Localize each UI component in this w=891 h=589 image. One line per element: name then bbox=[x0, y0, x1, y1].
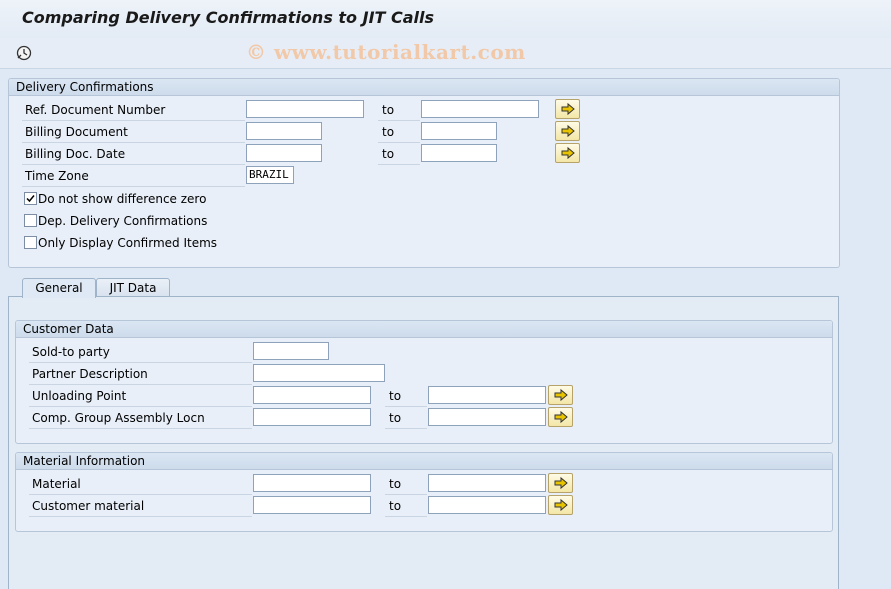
tab-general[interactable]: General bbox=[22, 278, 96, 298]
arrow-right-icon bbox=[554, 476, 568, 490]
custmat-to-input[interactable] bbox=[428, 496, 546, 514]
customer-data-header: Customer Data bbox=[16, 321, 832, 338]
arrow-right-icon bbox=[554, 498, 568, 512]
delivery-confirmations-header: Delivery Confirmations bbox=[9, 79, 839, 96]
billing-doc-from-input[interactable] bbox=[246, 122, 322, 140]
timezone-input[interactable]: BRAZIL bbox=[246, 166, 294, 184]
partner-input[interactable] bbox=[253, 364, 385, 382]
billing-date-label: Billing Doc. Date bbox=[22, 144, 245, 165]
billing-doc-multiple-selection-button[interactable] bbox=[555, 121, 580, 141]
soldto-label: Sold-to party bbox=[29, 342, 252, 363]
compgroup-to-label: to bbox=[385, 408, 427, 429]
unloading-to-input[interactable] bbox=[428, 386, 546, 404]
ref-doc-multiple-selection-button[interactable] bbox=[555, 99, 580, 119]
only-confirmed-label: Only Display Confirmed Items bbox=[38, 236, 218, 250]
dep-conf-checkbox[interactable] bbox=[24, 214, 37, 227]
compgroup-to-input[interactable] bbox=[428, 408, 546, 426]
custmat-to-label: to bbox=[385, 496, 427, 517]
soldto-input[interactable] bbox=[253, 342, 329, 360]
unloading-to-label: to bbox=[385, 386, 427, 407]
material-to-input[interactable] bbox=[428, 474, 546, 492]
watermark: © www.tutorialkart.com bbox=[246, 40, 526, 64]
ref-doc-label: Ref. Document Number bbox=[22, 100, 245, 121]
page-title: Comparing Delivery Confirmations to JIT … bbox=[22, 8, 435, 27]
custmat-from-input[interactable] bbox=[253, 496, 371, 514]
billing-doc-label: Billing Document bbox=[22, 122, 245, 143]
unloading-multiple-selection-button[interactable] bbox=[548, 385, 573, 405]
custmat-multiple-selection-button[interactable] bbox=[548, 495, 573, 515]
execute-icon[interactable] bbox=[15, 44, 33, 62]
arrow-right-icon bbox=[561, 102, 575, 116]
arrow-right-icon bbox=[554, 388, 568, 402]
material-info-header: Material Information bbox=[16, 453, 832, 470]
ref-doc-to-input[interactable] bbox=[421, 100, 539, 118]
checkmark-icon bbox=[26, 195, 35, 203]
only-confirmed-checkbox[interactable] bbox=[24, 236, 37, 249]
custmat-label: Customer material bbox=[29, 496, 252, 517]
billing-date-multiple-selection-button[interactable] bbox=[555, 143, 580, 163]
tab-jit-data[interactable]: JIT Data bbox=[96, 278, 170, 298]
unloading-label: Unloading Point bbox=[29, 386, 252, 407]
partner-label: Partner Description bbox=[29, 364, 252, 385]
material-multiple-selection-button[interactable] bbox=[548, 473, 573, 493]
billing-doc-to-input[interactable] bbox=[421, 122, 497, 140]
dep-conf-label: Dep. Delivery Confirmations bbox=[38, 214, 208, 228]
compgroup-label: Comp. Group Assembly Locn bbox=[29, 408, 252, 429]
compgroup-from-input[interactable] bbox=[253, 408, 371, 426]
ref-doc-to-label: to bbox=[378, 100, 420, 121]
arrow-right-icon bbox=[561, 124, 575, 138]
ref-doc-from-input[interactable] bbox=[246, 100, 364, 118]
arrow-right-icon bbox=[561, 146, 575, 160]
billing-date-from-input[interactable] bbox=[246, 144, 322, 162]
material-from-input[interactable] bbox=[253, 474, 371, 492]
compgroup-multiple-selection-button[interactable] bbox=[548, 407, 573, 427]
timezone-label: Time Zone bbox=[22, 166, 245, 187]
billing-date-to-input[interactable] bbox=[421, 144, 497, 162]
billing-doc-to-label: to bbox=[378, 122, 420, 143]
diff-zero-checkbox[interactable] bbox=[24, 192, 37, 205]
material-to-label: to bbox=[385, 474, 427, 495]
material-label: Material bbox=[29, 474, 252, 495]
title-bar: Comparing Delivery Confirmations to JIT … bbox=[0, 0, 891, 39]
billing-date-to-label: to bbox=[378, 144, 420, 165]
diff-zero-label: Do not show difference zero bbox=[38, 192, 207, 206]
unloading-from-input[interactable] bbox=[253, 386, 371, 404]
arrow-right-icon bbox=[554, 410, 568, 424]
